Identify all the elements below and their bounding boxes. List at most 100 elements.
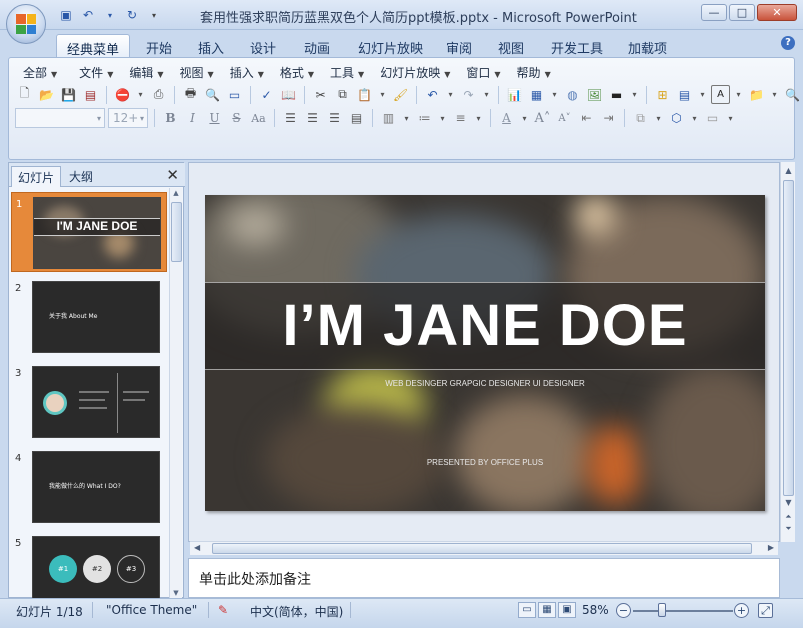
- bold-icon[interactable]: B: [161, 109, 180, 128]
- scroll-left-icon[interactable]: ◀: [194, 543, 200, 552]
- font-name-combo[interactable]: ▾: [15, 108, 105, 128]
- menu-slideshow[interactable]: 幻灯片放映 ▼: [372, 64, 458, 81]
- language-indicator[interactable]: 中文(简体，中国): [250, 603, 343, 620]
- layout-dropdown-icon[interactable]: ▾: [697, 85, 708, 104]
- attach-icon[interactable]: ⎙: [149, 85, 168, 104]
- slide-thumbnail-2[interactable]: 2 关于我 About Me: [11, 277, 167, 357]
- folder-icon[interactable]: 📁: [747, 85, 766, 104]
- permission-dropdown-icon[interactable]: ▾: [135, 85, 146, 104]
- slide-thumbnail-3[interactable]: 3: [11, 362, 167, 442]
- format-painter-icon[interactable]: 🖌: [391, 85, 410, 104]
- underline-icon[interactable]: U: [205, 109, 224, 128]
- columns-dropdown-icon[interactable]: ▾: [401, 109, 412, 128]
- print-preview-icon[interactable]: 🔍: [203, 85, 222, 104]
- textbox-dropdown-icon[interactable]: ▾: [733, 85, 744, 104]
- paste-dropdown-icon[interactable]: ▾: [377, 85, 388, 104]
- new-icon[interactable]: 🗋: [15, 85, 34, 104]
- tab-slideshow[interactable]: 幻灯片放映: [348, 34, 433, 58]
- notes-placeholder[interactable]: 单击此处添加备注: [199, 569, 311, 589]
- slide-horizontal-scrollbar[interactable]: ◀ ▶: [190, 541, 778, 555]
- tab-addins[interactable]: 加载项: [618, 34, 677, 58]
- save-icon[interactable]: ▣: [58, 7, 74, 23]
- shapes-icon[interactable]: ⬡: [667, 109, 686, 128]
- layout-icon[interactable]: ▭: [225, 85, 244, 104]
- undo-dropdown-icon[interactable]: ▾: [445, 85, 456, 104]
- chart-icon[interactable]: 📊: [505, 85, 524, 104]
- open-icon[interactable]: 📂: [37, 85, 56, 104]
- zoom-in-icon[interactable]: +: [734, 603, 749, 618]
- paste-icon[interactable]: 📋: [355, 85, 374, 104]
- slide-thumbnail-1[interactable]: 1 I'M JANE DOE: [11, 192, 167, 272]
- copy-icon[interactable]: ⧉: [333, 85, 352, 104]
- font-color-dropdown-icon[interactable]: ▾: [519, 109, 530, 128]
- justify-icon[interactable]: ▤: [347, 109, 366, 128]
- columns-icon[interactable]: ▥: [379, 109, 398, 128]
- menu-edit[interactable]: 编辑 ▼: [121, 64, 171, 81]
- scroll-down-icon[interactable]: ▼: [781, 498, 796, 507]
- zoom-slider[interactable]: [633, 610, 733, 612]
- find-icon[interactable]: 🔍: [783, 85, 802, 104]
- menu-help[interactable]: 帮助 ▼: [509, 64, 559, 81]
- menu-file[interactable]: 文件 ▼: [71, 64, 121, 81]
- previous-slide-icon[interactable]: ⏶: [781, 512, 796, 522]
- bullets-icon[interactable]: ≡: [451, 109, 470, 128]
- align-left-icon[interactable]: ☰: [281, 109, 300, 128]
- scroll-up-icon[interactable]: ▲: [781, 166, 796, 175]
- scroll-thumb[interactable]: [783, 180, 794, 496]
- zoom-slider-thumb[interactable]: [658, 603, 666, 617]
- spelling-icon[interactable]: ✓: [257, 85, 276, 104]
- shadow-font-icon[interactable]: Aa: [249, 109, 268, 128]
- current-slide[interactable]: I’M JANE DOE WEB DESINGER GRAPGIC DESIGN…: [205, 195, 765, 511]
- arrange-icon[interactable]: ⧉: [631, 109, 650, 128]
- undo-icon[interactable]: ↶: [80, 7, 96, 23]
- undo-icon[interactable]: ↶: [423, 85, 442, 104]
- undo-dropdown-icon[interactable]: ▾: [102, 7, 118, 23]
- scroll-down-icon[interactable]: ▼: [170, 589, 182, 597]
- menu-view[interactable]: 视图 ▼: [172, 64, 222, 81]
- scroll-thumb[interactable]: [171, 202, 182, 262]
- slide-thumbnail-4[interactable]: 4 我能做什么的 What I DO?: [11, 447, 167, 527]
- menu-insert[interactable]: 插入 ▼: [222, 64, 272, 81]
- shape-effects-icon[interactable]: ▭: [703, 109, 722, 128]
- font-size-combo[interactable]: 12+ ▾: [108, 108, 148, 128]
- scroll-up-icon[interactable]: ▲: [170, 189, 182, 197]
- tab-review[interactable]: 审阅: [436, 34, 482, 58]
- tab-home[interactable]: 开始: [136, 34, 182, 58]
- help-icon[interactable]: ?: [781, 36, 795, 50]
- close-icon[interactable]: ✕: [166, 166, 179, 184]
- slide-presenter[interactable]: PRESENTED BY OFFICE PLUS: [205, 458, 765, 467]
- align-right-icon[interactable]: ☰: [325, 109, 344, 128]
- slide-vertical-scrollbar[interactable]: ▲ ▼ ⏶ ⏷: [780, 162, 795, 542]
- permission-icon[interactable]: ⛔: [113, 85, 132, 104]
- decrease-indent-icon[interactable]: ⇤: [577, 109, 596, 128]
- slide-title[interactable]: I’M JANE DOE: [205, 289, 765, 363]
- tab-insert[interactable]: 插入: [188, 34, 234, 58]
- strikethrough-icon[interactable]: S: [227, 109, 246, 128]
- minimize-button[interactable]: —: [701, 4, 727, 21]
- picture-icon[interactable]: 🖼: [585, 85, 604, 104]
- color-dropdown-icon[interactable]: ▾: [629, 85, 640, 104]
- folder-dropdown-icon[interactable]: ▾: [769, 85, 780, 104]
- globe-icon[interactable]: ◍: [563, 85, 582, 104]
- tab-outline[interactable]: 大纲: [63, 166, 99, 187]
- numbering-dropdown-icon[interactable]: ▾: [437, 109, 448, 128]
- fit-to-window-icon[interactable]: ⤢: [758, 603, 773, 618]
- spell-check-icon[interactable]: ✎: [218, 603, 228, 617]
- redo-dropdown-icon[interactable]: ▾: [481, 85, 492, 104]
- notes-pane[interactable]: 单击此处添加备注: [188, 558, 780, 598]
- numbering-icon[interactable]: ≔: [415, 109, 434, 128]
- slideshow-view-icon[interactable]: ▣: [558, 602, 576, 618]
- scroll-thumb[interactable]: [212, 543, 752, 554]
- align-center-icon[interactable]: ☰: [303, 109, 322, 128]
- menu-tools[interactable]: 工具 ▼: [322, 64, 372, 81]
- italic-icon[interactable]: I: [183, 109, 202, 128]
- menu-window[interactable]: 窗口 ▼: [458, 64, 508, 81]
- shrink-font-icon[interactable]: A˅: [555, 109, 574, 128]
- increase-indent-icon[interactable]: ⇥: [599, 109, 618, 128]
- tab-developer[interactable]: 开发工具: [541, 34, 613, 58]
- redo-icon[interactable]: ↻: [124, 7, 140, 23]
- next-slide-icon[interactable]: ⏷: [781, 524, 796, 534]
- save-icon[interactable]: 💾: [59, 85, 78, 104]
- print-setup-icon[interactable]: ▤: [81, 85, 100, 104]
- tab-classic-menu[interactable]: 经典菜单: [56, 34, 131, 58]
